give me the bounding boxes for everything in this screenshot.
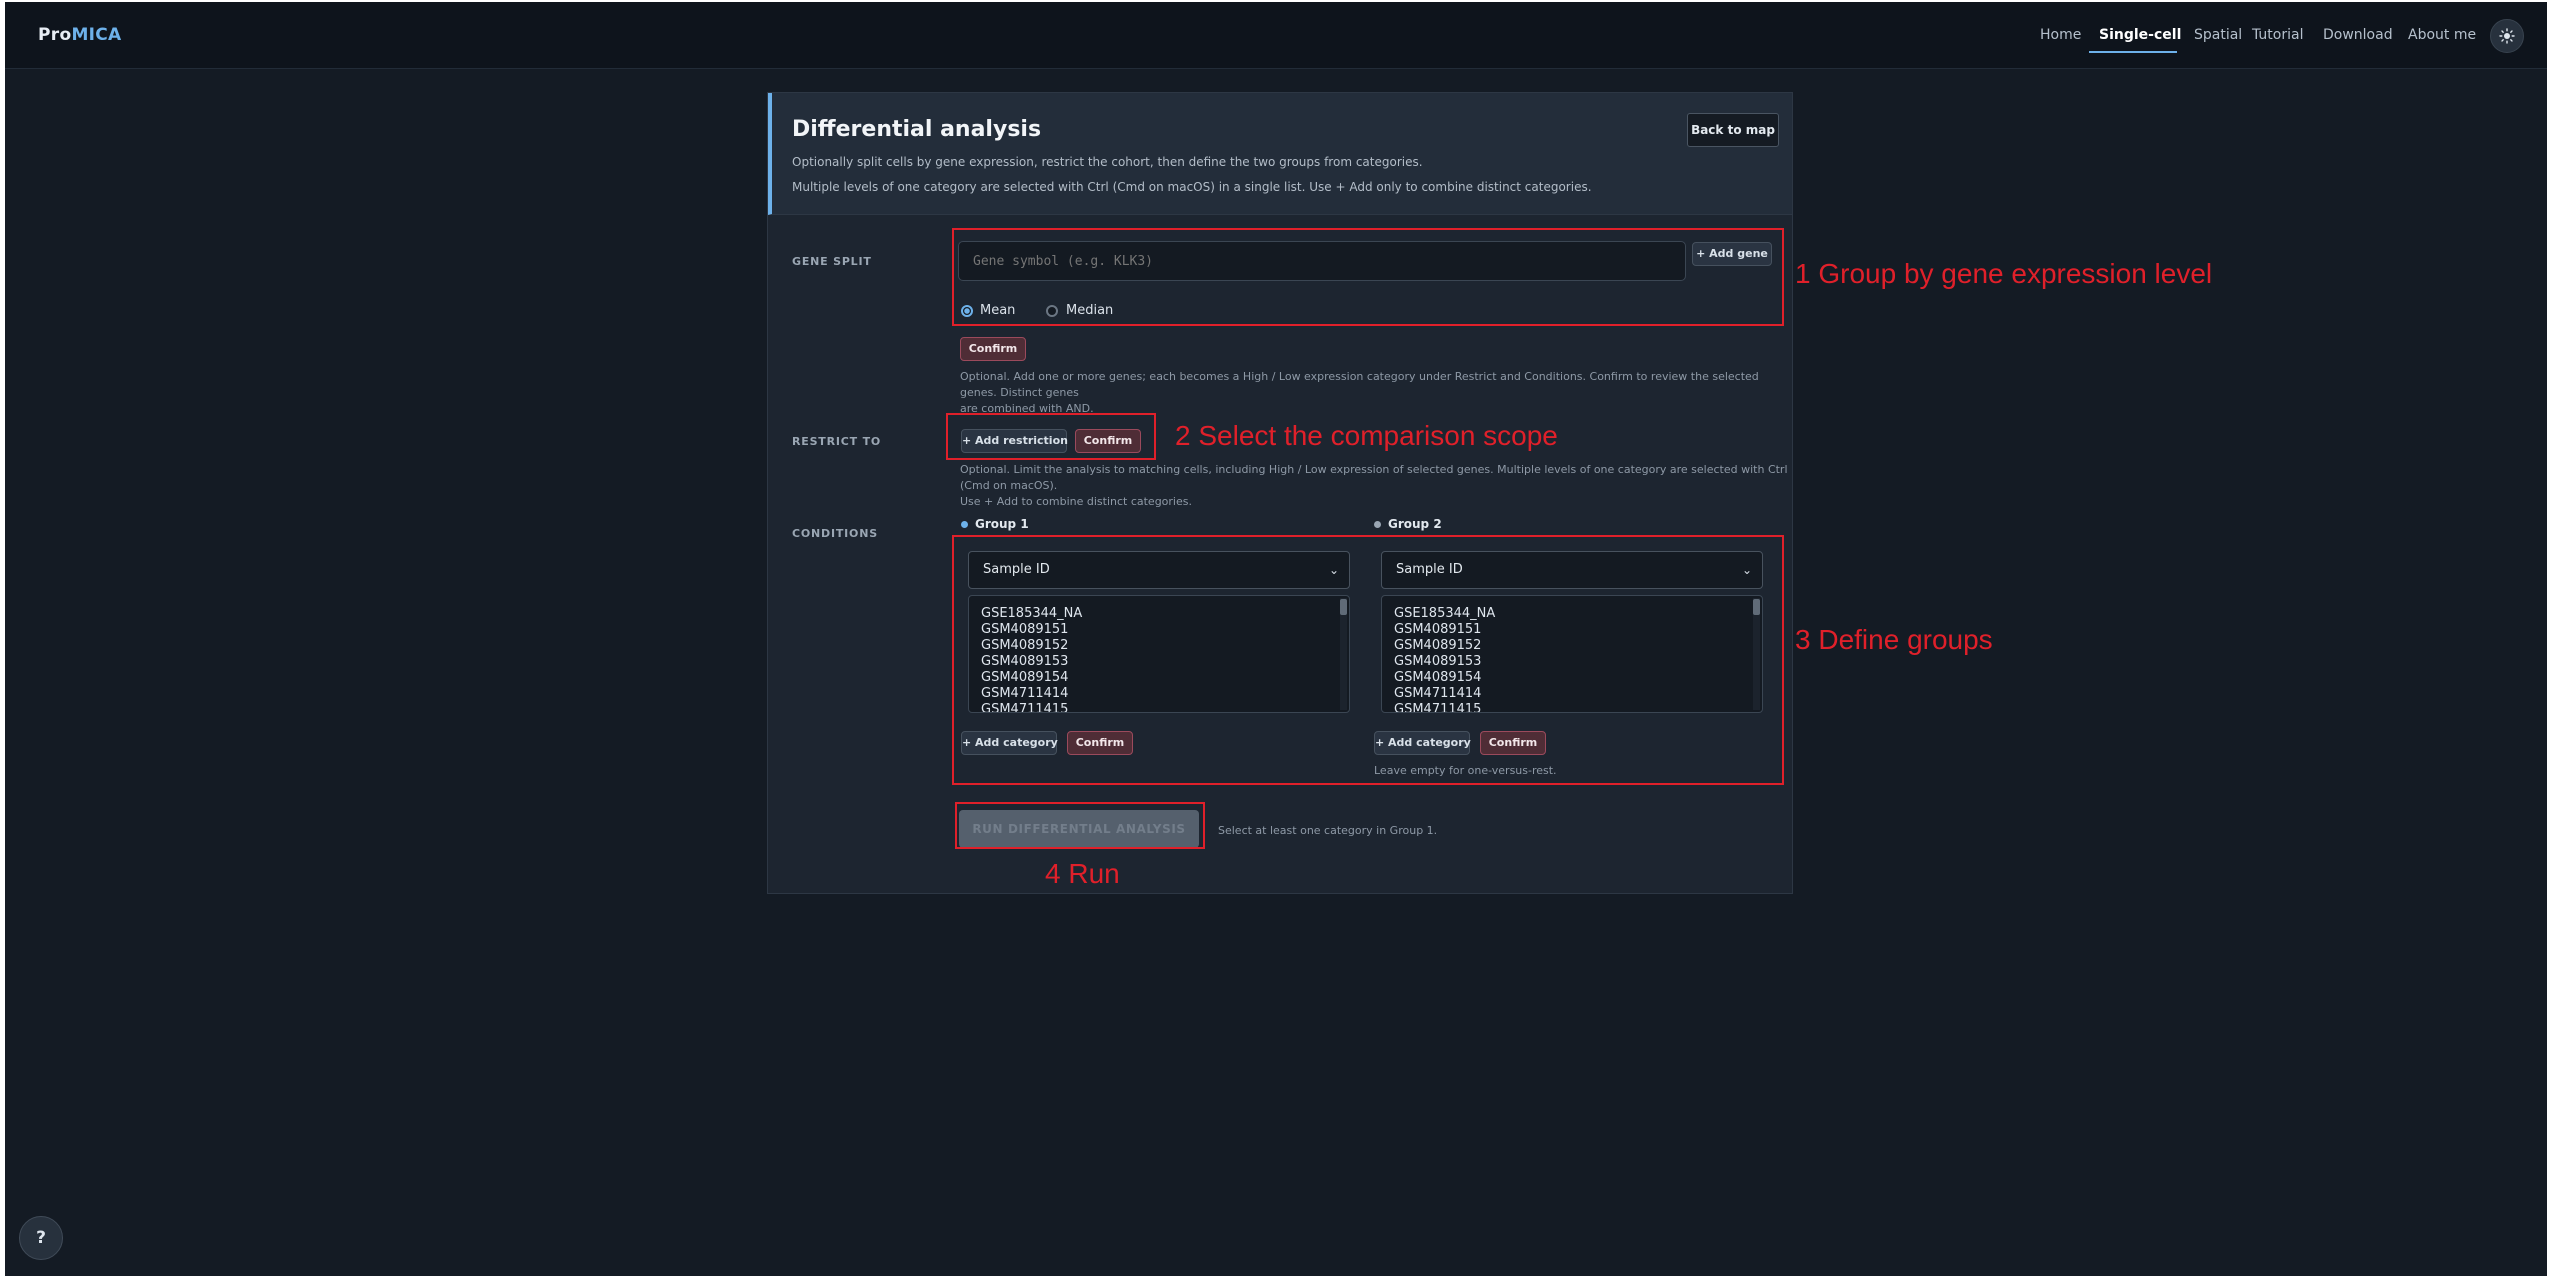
restrict-help: Optional. Limit the analysis to matching… [960, 462, 1792, 510]
annotation-box-conditions [952, 535, 1784, 785]
annotation-box-gene-split [952, 228, 1784, 326]
nav-about-me[interactable]: About me [2408, 27, 2476, 43]
nav-download[interactable]: Download [2323, 27, 2393, 43]
back-to-map-button[interactable]: Back to map [1687, 113, 1779, 147]
gene-split-help-line-1: Optional. Add one or more genes; each be… [960, 370, 1759, 399]
app-logo[interactable]: ProMICA [38, 25, 122, 45]
group-1-dot [961, 521, 968, 528]
group-1-title: Group 1 [975, 517, 1029, 531]
nav-active-underline [2089, 51, 2177, 53]
group-2-dot [1374, 521, 1381, 528]
sun-icon [2499, 28, 2515, 44]
page-title: Differential analysis [792, 117, 1042, 142]
group-2-title: Group 2 [1388, 517, 1442, 531]
nav-single-cell[interactable]: Single-cell [2099, 27, 2181, 43]
card-header: Differential analysis Optionally split c… [768, 93, 1792, 215]
run-hint: Select at least one category in Group 1. [1218, 824, 1438, 837]
help-button[interactable]: ? [19, 1216, 63, 1260]
restrict-help-line-2: Use + Add to combine distinct categories… [960, 495, 1192, 508]
card-description-1: Optionally split cells by gene expressio… [792, 155, 1423, 169]
gene-split-label: GENE SPLIT [792, 255, 872, 268]
logo-mica: MICA [71, 25, 122, 45]
restrict-to-label: RESTRICT TO [792, 435, 882, 448]
card-description-2: Multiple levels of one category are sele… [792, 180, 1592, 194]
annotation-box-run [955, 802, 1205, 849]
theme-toggle-button[interactable] [2490, 19, 2524, 53]
gene-split-help: Optional. Add one or more genes; each be… [960, 369, 1792, 417]
nav-spatial[interactable]: Spatial [2194, 27, 2242, 43]
nav-home[interactable]: Home [2040, 27, 2081, 43]
annotation-step-2: 2 Select the comparison scope [1175, 420, 1558, 451]
annotation-step-3: 3 Define groups [1795, 624, 1993, 655]
conditions-label: CONDITIONS [792, 527, 878, 540]
annotation-step-1: 1 Group by gene expression level [1795, 258, 2213, 289]
annotation-box-restrict [946, 413, 1156, 460]
app-window: ProMICA Home Single-cell Spatial Tutoria… [5, 2, 2547, 1276]
top-nav: ProMICA Home Single-cell Spatial Tutoria… [5, 2, 2547, 69]
logo-pro: Pro [38, 25, 72, 45]
annotation-step-4: 4 Run [1045, 858, 1120, 889]
restrict-help-line-1: Optional. Limit the analysis to matching… [960, 463, 1788, 492]
nav-tutorial[interactable]: Tutorial [2252, 27, 2303, 43]
gene-split-confirm-button[interactable]: Confirm [960, 337, 1026, 361]
